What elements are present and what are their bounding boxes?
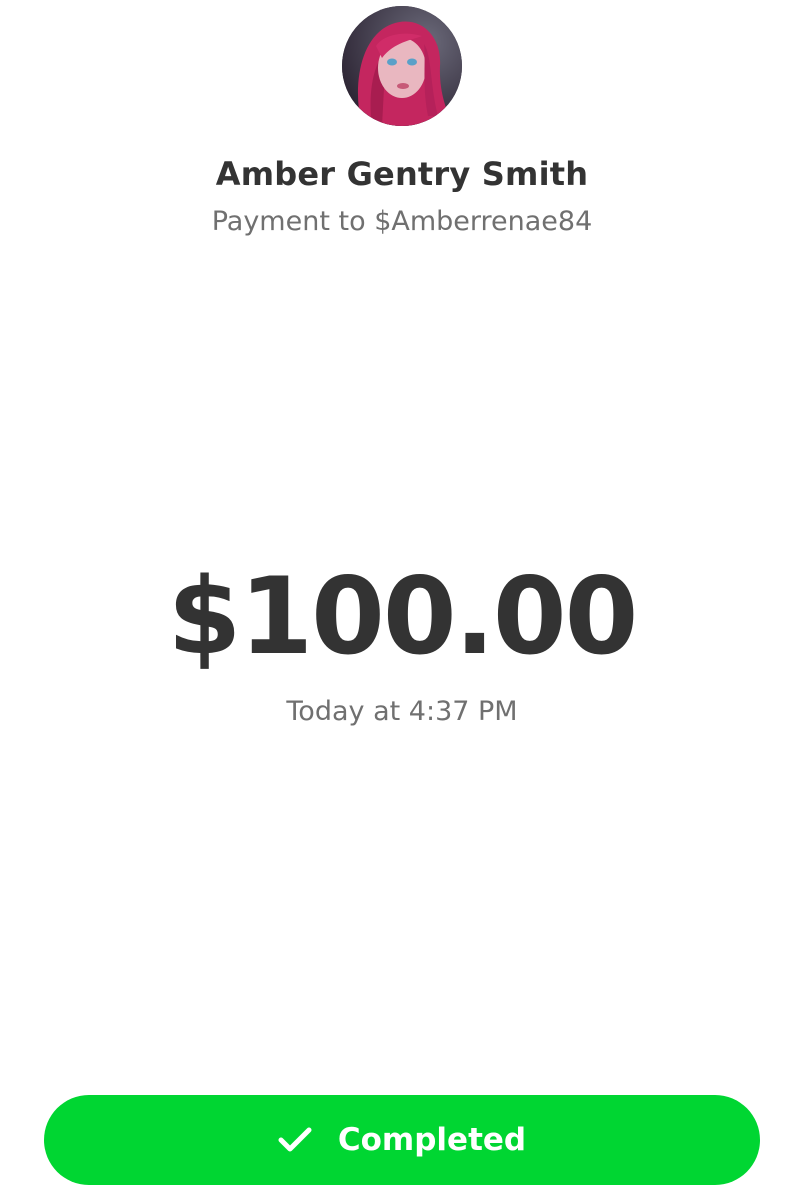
- avatar-photo: [342, 6, 462, 126]
- recipient-name: Amber Gentry Smith: [215, 155, 589, 193]
- payment-timestamp: Today at 4:37 PM: [286, 696, 518, 727]
- payment-amount: $100.00: [167, 555, 639, 678]
- payment-receipt-screen: Amber Gentry Smith Payment to $Amberrena…: [0, 0, 804, 1200]
- payment-recipient-handle: Payment to $Amberrenae84: [211, 206, 593, 237]
- completed-status-button[interactable]: Completed: [44, 1095, 760, 1185]
- checkmark-icon: [278, 1127, 312, 1153]
- status-label: Completed: [337, 1122, 527, 1158]
- avatar[interactable]: [342, 6, 462, 126]
